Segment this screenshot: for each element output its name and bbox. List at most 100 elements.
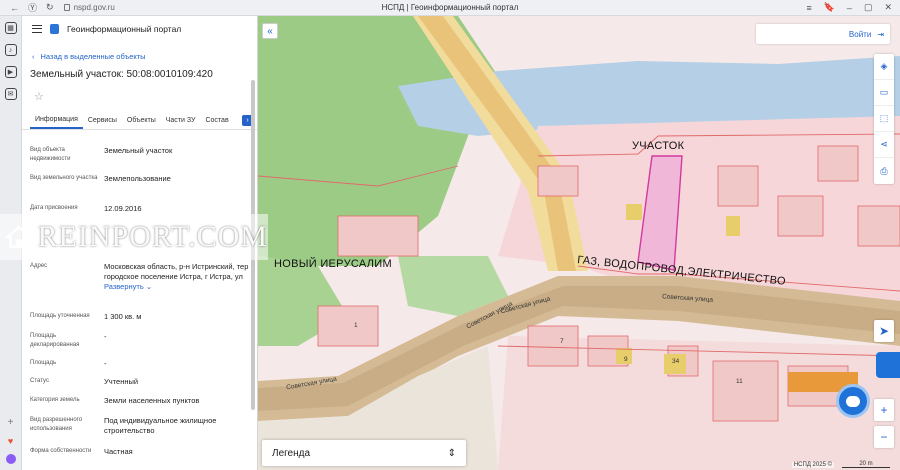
tab-parts[interactable]: Части ЗУ [161,112,201,129]
music-icon[interactable]: ♪ [4,44,17,56]
prop-land-type: Вид земельного участка Землепользование [30,174,250,184]
prop-object-type: Вид объекта недвижимости Земельный участ… [30,146,250,164]
parcel-number: 11 [736,378,743,385]
navigation-arrow-icon: ➤ [878,324,890,338]
prop-category: Категория земель Земли населенных пункто… [30,396,250,406]
prop-key: Площадь декларированная [30,333,80,348]
login-button[interactable]: Войти ⇥ [756,24,890,44]
collapse-panel-button[interactable]: « [262,23,278,39]
login-icon: ⇥ [877,29,884,39]
prop-value: - [104,332,107,341]
prop-key: Категория земель [30,397,80,403]
legend-label: Легенда [272,447,311,459]
lock-icon [63,4,70,11]
close-icon[interactable]: ✕ [884,2,892,13]
house-logo-icon [6,225,32,248]
tab-services[interactable]: Сервисы [83,112,122,129]
expand-label: Развернуть [104,282,144,291]
chevron-down-icon: ⌄ [145,282,153,291]
tab-info[interactable]: Информация [30,112,83,129]
chat-bubble-icon [846,395,860,407]
prop-value: Учтенный [104,377,139,386]
legend-dropdown[interactable]: Легенда ⇕ [262,440,466,466]
district-label: НОВЫЙ ИЕРУСАЛИМ [274,258,392,270]
object-title: Земельный участок: 50:08:0010109:420 [30,69,213,80]
print-icon[interactable]: ⎙ [874,158,894,184]
expand-link[interactable]: Развернуть ⌄ [104,282,152,291]
back-button[interactable]: ‹ Назад в выделенные объекты [32,52,257,61]
zoom-in-button[interactable]: + [874,399,894,421]
locate-button[interactable]: ➤ [874,320,894,342]
basemap-icon[interactable]: ▭ [874,80,894,106]
menu-icon[interactable]: ≡ [806,3,811,13]
prop-value: 12.09.2016 [104,204,142,213]
map-view[interactable]: УЧАСТОК НОВЫЙ ИЕРУСАЛИМ ГАЗ, ВОДОПРОВОД,… [258,16,900,470]
minimize-icon[interactable]: – [847,3,852,13]
double-chevron-left-icon: « [267,25,273,37]
prop-permitted-use: Вид разрешенного использования Под индив… [30,416,250,436]
prop-value: Под индивидуальное жилищное строительств… [104,416,217,435]
chat-button[interactable] [836,384,870,418]
heart-icon[interactable]: ♥ [8,436,13,446]
tab-title: НСПД | Геоинформационный портал [381,3,519,12]
video-icon[interactable]: ▶ [4,66,17,78]
prop-key: Статус [30,378,49,384]
prop-value: Частная [104,447,133,456]
back-label: Назад в выделенные объекты [40,52,146,61]
share-icon[interactable]: ⋖ [874,132,894,158]
prop-value: Московская область, р-н Истринский, тер … [104,262,250,292]
browser-nav: ← Ⓨ ↻ [0,1,54,14]
prop-value: Земли населенных пунктов [104,396,200,405]
tab-composition[interactable]: Состав [200,112,233,129]
prop-status: Статус Учтенный [30,377,250,387]
alice-icon[interactable] [5,454,16,464]
expand-vertical-icon: ⇕ [447,447,456,459]
address-text: Московская область, р-н Истринский, тер … [104,262,249,281]
mail-icon[interactable]: ✉ [4,88,17,100]
bookmark-icon[interactable]: 🔖 [824,2,835,13]
prop-date: Дата присвоения 12.09.2016 [30,204,250,214]
maximize-icon[interactable]: ▢ [864,2,873,13]
select-area-icon[interactable]: ⬚ [874,106,894,132]
menu-burger-icon[interactable] [32,25,42,33]
prop-address: Адрес Московская область, р-н Истринский… [30,262,250,292]
copyright-text: НСПД 2025 © [791,462,834,468]
prop-ownership: Форма собственности Частная [30,447,250,457]
portal-title: Геоинформационный портал [67,24,182,34]
parcel-number: 9 [624,356,628,363]
watermark: REINPORT.COM [0,214,268,260]
prop-value: Земельный участок [104,146,173,155]
collections-icon[interactable]: ▦ [4,22,17,34]
watermark-text: REINPORT.COM [37,220,268,253]
window-controls: ≡ 🔖 – ▢ ✕ [806,2,892,13]
yandex-icon[interactable]: Ⓨ [28,1,37,14]
map-toolbar: ◈ ▭ ⬚ ⋖ ⎙ [874,54,894,184]
portal-logo-icon [50,24,59,34]
login-label: Войти [848,29,872,39]
prop-area: Площадь - [30,359,250,369]
prop-key: Вид земельного участка [30,175,98,181]
prop-value: 1 300 кв. м [104,312,142,321]
layers-icon[interactable]: ◈ [874,54,894,80]
prop-key: Адрес [30,263,48,269]
sidebar-bottom: + ♥ [5,417,16,464]
url-text: nspd.gov.ru [73,3,115,12]
prop-key: Площадь уточненная [30,313,90,319]
prop-area-precise: Площадь уточненная 1 300 кв. м [30,312,250,322]
add-icon[interactable]: + [8,417,14,428]
zoom-out-button[interactable]: − [874,426,894,448]
map-canvas [258,16,900,470]
prop-area-declared: Площадь декларированная - [30,332,250,350]
back-arrow-icon[interactable]: ← [10,3,19,13]
panel-tabs: Информация Сервисы Объекты Части ЗУ Сост… [22,112,257,130]
panel-header: Геоинформационный портал [22,16,257,42]
favorite-star-icon[interactable]: ☆ [34,90,257,106]
assistant-side-button[interactable] [876,352,900,378]
tab-objects[interactable]: Объекты [122,112,161,129]
address-bar[interactable]: nspd.gov.ru [63,3,115,12]
browser-toolbar: ← Ⓨ ↻ nspd.gov.ru НСПД | Геоинформационн… [0,0,900,16]
prop-key: Форма собственности [30,448,92,454]
scale-bar: 20 m [842,461,890,468]
prop-value: Землепользование [104,174,171,183]
reload-icon[interactable]: ↻ [46,2,54,13]
